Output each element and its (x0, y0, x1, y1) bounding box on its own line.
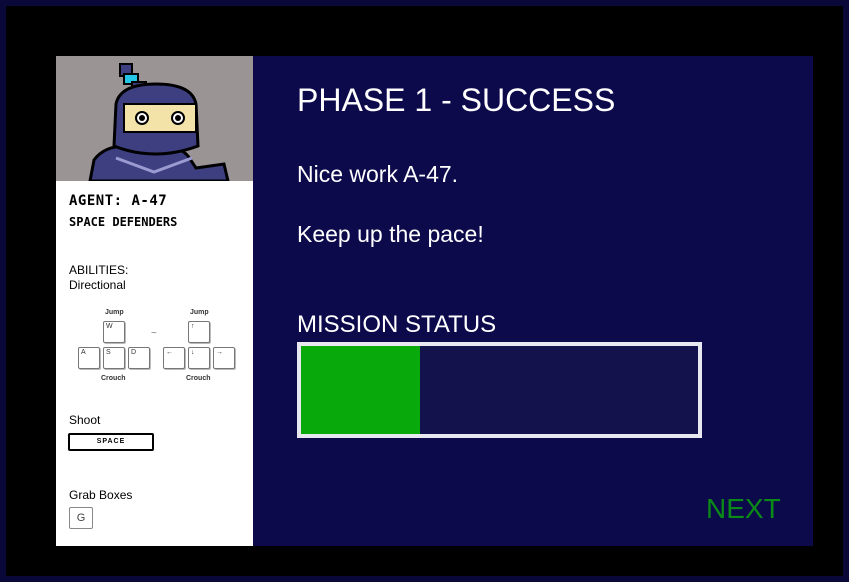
mission-status-bar (297, 342, 702, 438)
key-arrow-left: ← (163, 347, 185, 369)
g-key: G (69, 507, 93, 529)
message-line-1: Nice work A-47. (297, 161, 459, 187)
mission-status-label: MISSION STATUS (297, 311, 497, 338)
ninja-avatar-svg (88, 63, 230, 181)
crouch-label-left: Crouch (101, 375, 126, 382)
ninja-avatar-icon (56, 56, 253, 181)
grab-label: Grab Boxes (69, 488, 133, 502)
space-key: SPACE (68, 433, 154, 451)
jump-label-right: Jump (190, 309, 209, 316)
key-w: W (103, 321, 125, 343)
key-arrow-right: → (213, 347, 235, 369)
key-s: S (103, 347, 125, 369)
movement-label: Directional (69, 278, 126, 292)
message-line-2: Keep up the pace! (297, 221, 484, 247)
key-a: A (78, 347, 100, 369)
game-screen: AGENT: A-47 SPACE DEFENDERS ABILITIES: D… (56, 56, 813, 546)
key-separator: ~ (151, 328, 157, 339)
phase-title: PHASE 1 - SUCCESS (297, 82, 616, 118)
crouch-label-right: Crouch (186, 375, 211, 382)
abilities-heading: ABILITIES: (69, 263, 129, 277)
team-name: SPACE DEFENDERS (69, 215, 178, 229)
key-arrow-down: ↓ (188, 347, 210, 369)
key-d: D (128, 347, 150, 369)
agent-name: AGENT: A-47 (69, 193, 168, 209)
movement-keys-diagram: Jump Jump W A S D ~ ↑ ← ↓ → Crouch Crouc… (56, 306, 253, 391)
jump-label-left: Jump (105, 309, 124, 316)
game-frame: AGENT: A-47 SPACE DEFENDERS ABILITIES: D… (6, 6, 843, 576)
next-button[interactable]: NEXT (706, 493, 781, 525)
key-arrow-up: ↑ (188, 321, 210, 343)
shoot-label: Shoot (69, 413, 101, 427)
agent-sidebar: AGENT: A-47 SPACE DEFENDERS ABILITIES: D… (56, 56, 253, 546)
mission-status-fill (301, 346, 421, 434)
